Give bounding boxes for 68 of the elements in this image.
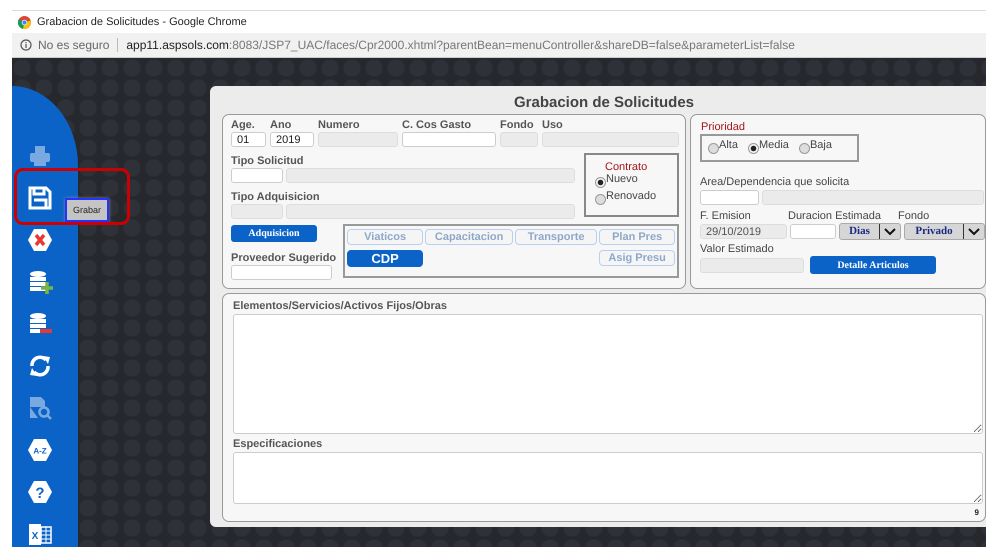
field-label: Elementos/Servicios/Activos Fijos/Obras [233, 300, 448, 312]
tooltip: Grabar [65, 198, 110, 222]
radio-label: Renovado [606, 190, 656, 202]
url-text: app11.aspsols.com:8083/JSP7_UAC/faces/Cpr2000.xhtml?parentBean=menuController&shareDB=false&parameterList=false [126, 38, 795, 52]
chevron-down-icon [968, 228, 980, 236]
database-plus-icon[interactable] [27, 269, 53, 295]
form-title: Grabacion de Solicitudes [512, 94, 696, 111]
field-label: Valor Estimado [700, 243, 775, 255]
field-label: Age. [231, 119, 256, 131]
sort-icon[interactable]: A-Z [27, 437, 53, 463]
radio-button[interactable] [748, 143, 759, 154]
refresh-icon[interactable] [27, 353, 53, 379]
group-title: Contrato [605, 161, 648, 173]
save-icon[interactable] [27, 185, 53, 211]
action-button[interactable]: CDP [347, 250, 424, 267]
field-label: Uso [542, 119, 564, 131]
input-field[interactable] [402, 132, 496, 147]
date-field[interactable]: 29/10/2019 [700, 224, 787, 239]
input-field[interactable] [700, 258, 804, 272]
security-label: No es seguro [38, 38, 110, 52]
field-label: Area/Dependencia que solicita [700, 176, 850, 188]
input-field[interactable] [231, 204, 283, 219]
item-details-button[interactable]: Detalle Articulos [810, 256, 936, 274]
input-field[interactable]: 01 [231, 132, 266, 147]
field-label: Numero [318, 119, 361, 131]
radio-button[interactable] [595, 194, 606, 205]
input-field[interactable] [700, 190, 759, 205]
page-number: 9 [974, 508, 979, 517]
input-field[interactable] [542, 132, 679, 147]
window-title: Grabacion de Solicitudes - Google Chrome [37, 16, 247, 28]
field-label: Tipo Solicitud [231, 155, 305, 167]
radio-button[interactable] [798, 143, 810, 154]
radio-label: Baja [810, 139, 832, 151]
field-label: Fondo [500, 119, 535, 131]
field-label: Duracion Estimada [788, 210, 882, 222]
items-textarea[interactable] [233, 314, 983, 434]
field-label: C. Cos Gasto [402, 119, 472, 131]
field-label: Especificaciones [233, 438, 324, 450]
input-field[interactable] [762, 190, 984, 205]
input-field[interactable] [286, 204, 575, 219]
acquisition-button[interactable]: Adquisicion [231, 225, 317, 242]
radio-button[interactable] [595, 177, 606, 188]
browser-logo-icon [18, 16, 31, 28]
radio-button[interactable] [708, 143, 719, 154]
address-bar[interactable]: No es seguro app11.aspsols.com:8083/JSP7_UAC/faces/Cpr2000.xhtml?parentBean=menuController&shareDB=false&parameterList=false [12, 33, 986, 58]
chevron-down-icon [884, 228, 896, 236]
field-label: Tipo Adquisicion [231, 191, 321, 203]
specifications-textarea[interactable] [233, 452, 983, 504]
unit-dropdown[interactable]: Dias [839, 223, 901, 240]
field-label: Ano [270, 119, 292, 131]
field-label: Proveedor Sugerido [231, 252, 336, 264]
info-icon [20, 39, 32, 51]
input-field[interactable] [790, 224, 836, 239]
delete-icon[interactable] [27, 227, 53, 253]
input-field[interactable]: 2019 [270, 132, 314, 147]
input-field[interactable] [318, 132, 398, 147]
input-field[interactable] [286, 168, 575, 183]
radio-label: Alta [719, 139, 738, 151]
radio-label: Nuevo [606, 173, 638, 185]
input-field[interactable] [231, 265, 332, 280]
input-field[interactable] [231, 168, 283, 183]
group-title: Prioridad [701, 121, 746, 133]
field-label: Fondo [898, 210, 930, 222]
radio-label: Media [758, 139, 789, 151]
input-field[interactable] [500, 132, 538, 147]
fund-dropdown[interactable]: Privado [904, 223, 985, 240]
help-icon[interactable]: ? [27, 479, 53, 505]
field-label: F. Emision [700, 210, 752, 222]
